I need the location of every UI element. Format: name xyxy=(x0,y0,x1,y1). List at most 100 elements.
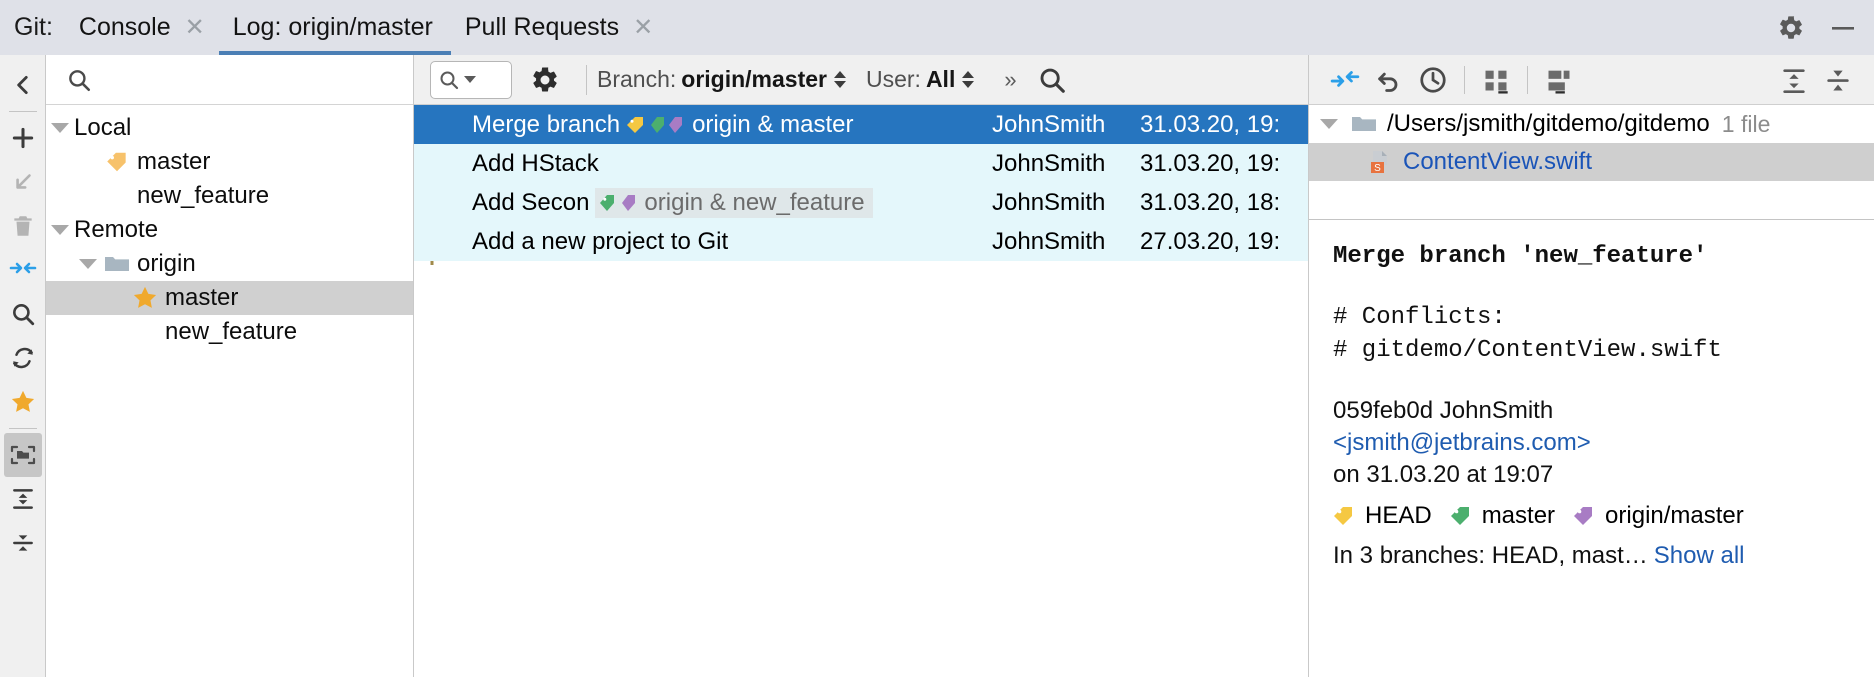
tree-node-label: new_feature xyxy=(165,318,298,345)
swift-file-icon: S xyxy=(1365,149,1395,175)
tab-pull-requests[interactable]: Pull Requests ✕ xyxy=(451,0,667,55)
expand-all-icon[interactable] xyxy=(1772,60,1816,100)
add-icon[interactable] xyxy=(4,116,42,160)
commit-author: JohnSmith xyxy=(1439,397,1554,425)
commit-author: JohnSmith xyxy=(992,188,1106,216)
tree-node-label: new_feature xyxy=(137,182,270,209)
toolbar-divider xyxy=(8,111,37,112)
collapse-all-icon[interactable] xyxy=(4,521,42,565)
checkout-icon[interactable] xyxy=(4,160,42,204)
table-row[interactable]: Merge branch origin & master JohnSmith 3… xyxy=(414,105,1308,144)
chevron-down-icon[interactable] xyxy=(46,123,74,133)
changed-files-root[interactable]: /Users/jsmith/gitdemo/gitdemo 1 file xyxy=(1309,105,1874,143)
branch-filter-field[interactable] xyxy=(46,55,413,105)
ref-label-text: origin & master xyxy=(692,110,854,138)
compare-arrows-icon[interactable] xyxy=(1323,60,1367,100)
trash-icon[interactable] xyxy=(4,204,42,248)
graph-cell xyxy=(414,144,470,183)
expand-all-icon[interactable] xyxy=(4,477,42,521)
table-row[interactable]: Add Secon origin & new_feature JohnSmith… xyxy=(414,183,1308,222)
commit-subject-text: Merge branch xyxy=(472,110,621,138)
show-all-branches-link[interactable]: Show all xyxy=(1654,542,1745,569)
svg-text:S: S xyxy=(1374,163,1381,174)
user-filter[interactable]: User: All xyxy=(866,66,975,93)
file-tree-empty-space xyxy=(1309,181,1874,219)
yellow-tag-icon xyxy=(102,149,132,175)
table-row[interactable]: Add a new project to Git JohnSmith 27.03… xyxy=(414,222,1308,261)
tree-node-local-master[interactable]: master xyxy=(46,145,413,179)
collapse-all-icon[interactable] xyxy=(1816,60,1860,100)
ref-origin-master[interactable]: origin/master xyxy=(1573,502,1744,530)
more-filters-button[interactable]: » xyxy=(1004,67,1016,93)
tab-console[interactable]: Console ✕ xyxy=(65,0,219,55)
ref-head[interactable]: HEAD xyxy=(1333,502,1432,530)
yellow-tag-icon xyxy=(627,116,644,133)
graph-cell xyxy=(414,183,470,222)
search-input[interactable] xyxy=(430,60,512,99)
collapse-back-icon[interactable] xyxy=(4,63,42,107)
chevron-down-icon[interactable] xyxy=(1315,119,1343,129)
commit-email-link[interactable]: <jsmith@jetbrains.com> xyxy=(1333,429,1591,456)
commit-author: JohnSmith xyxy=(992,227,1106,255)
tab-log[interactable]: Log: origin/master xyxy=(218,0,451,55)
commit-meta: 059feb0d JohnSmith <jsmith@jetbrains.com… xyxy=(1309,373,1874,490)
close-icon[interactable]: ✕ xyxy=(633,15,653,40)
commit-hash-author: 059feb0d JohnSmith xyxy=(1333,395,1850,427)
chevron-updown-icon xyxy=(833,71,846,88)
search-icon[interactable] xyxy=(4,292,42,336)
ref-master[interactable]: master xyxy=(1450,502,1555,530)
preview-layout-icon[interactable] xyxy=(1537,60,1581,100)
commit-details-panel: /Users/jsmith/gitdemo/gitdemo 1 file S C… xyxy=(1308,55,1874,677)
tab-pull-requests-label: Pull Requests xyxy=(464,13,620,41)
git-tool-window: Git: Console ✕ Log: origin/master Pull R… xyxy=(0,0,1874,677)
folder-icon xyxy=(102,252,132,276)
commit-subject-text: Add HStack xyxy=(472,149,599,177)
star-icon[interactable] xyxy=(4,380,42,424)
changed-files-tree: /Users/jsmith/gitdemo/gitdemo 1 file S C… xyxy=(1309,105,1874,219)
ref-label-group[interactable]: origin & master xyxy=(626,111,853,139)
commit-subject: Add Secon origin & new_feature xyxy=(470,187,992,218)
tool-window-label: Git: xyxy=(14,13,53,41)
changed-file-row[interactable]: S ContentView.swift xyxy=(1309,143,1874,181)
gear-icon[interactable] xyxy=(530,65,560,95)
branch-filter-prefix: Branch: xyxy=(597,66,677,92)
changed-file-name: ContentView.swift xyxy=(1403,148,1592,175)
tree-node-local-new-feature[interactable]: new_feature xyxy=(46,179,413,213)
toolbar-divider xyxy=(1527,65,1528,94)
commit-table: Merge branch origin & master JohnSmith 3… xyxy=(414,105,1308,677)
star-icon xyxy=(130,284,160,312)
tree-node-label: master xyxy=(137,148,211,175)
close-icon[interactable]: ✕ xyxy=(185,15,205,40)
clock-icon[interactable] xyxy=(1411,60,1455,100)
minimize-icon[interactable] xyxy=(1828,13,1858,43)
tree-node-origin-master[interactable]: master xyxy=(46,281,413,315)
tree-node-local[interactable]: Local xyxy=(46,111,413,145)
grid-icon[interactable] xyxy=(1474,60,1518,100)
tree-node-label: Local xyxy=(74,114,132,141)
commit-message-line: # Conflicts: xyxy=(1333,304,1506,332)
folder-icon xyxy=(1349,112,1379,136)
ref-label-text: origin & new_feature xyxy=(644,188,865,216)
gear-icon[interactable] xyxy=(1776,13,1806,43)
chevron-down-icon[interactable] xyxy=(74,259,102,269)
chevron-down-icon[interactable] xyxy=(46,225,74,235)
chevron-down-icon[interactable] xyxy=(464,76,476,83)
tree-node-remote[interactable]: Remote xyxy=(46,213,413,247)
table-row[interactable]: Add HStack JohnSmith 31.03.20, 19: xyxy=(414,144,1308,183)
tree-node-origin-new-feature[interactable]: new_feature xyxy=(46,315,413,349)
changed-files-root-path: /Users/jsmith/gitdemo/gitdemo xyxy=(1387,110,1710,137)
commit-subject: Add HStack xyxy=(470,150,992,178)
refresh-icon[interactable] xyxy=(4,336,42,380)
tree-node-origin[interactable]: origin xyxy=(46,247,413,281)
branch-panel-icon[interactable] xyxy=(3,433,42,477)
log-toolbar: Branch: origin/master User: All » xyxy=(414,55,1308,105)
ref-label-group[interactable]: origin & new_feature xyxy=(595,187,873,218)
commit-hash[interactable]: 059feb0d xyxy=(1333,397,1433,424)
branch-filter[interactable]: Branch: origin/master xyxy=(597,66,846,93)
compare-arrows-icon[interactable] xyxy=(4,248,42,292)
tab-bar-actions xyxy=(1776,0,1874,55)
purple-tag-icon xyxy=(1574,507,1593,526)
find-icon[interactable] xyxy=(1037,65,1067,95)
undo-icon[interactable] xyxy=(1367,60,1411,100)
toolbar-divider xyxy=(1464,65,1465,94)
